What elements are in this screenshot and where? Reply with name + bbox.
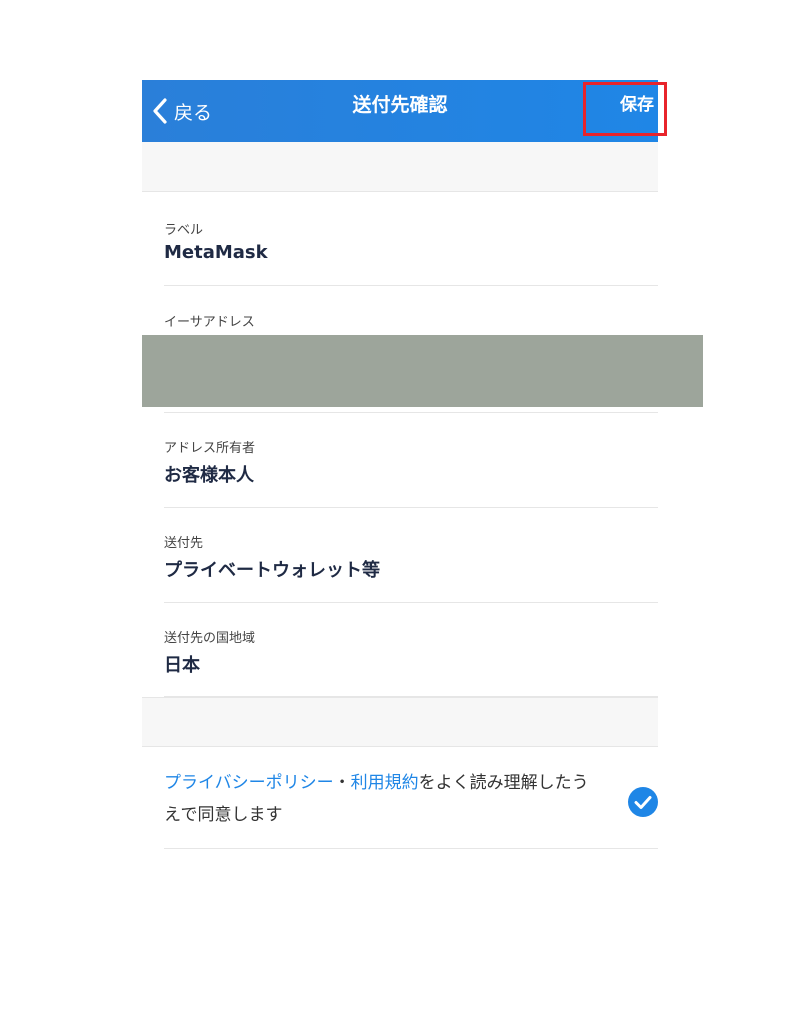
destination-row: 送付先 プライベートウォレット等 [164,508,658,603]
destination-country-row: 送付先の国地域 日本 [164,603,658,697]
chevron-left-icon [153,98,167,124]
field-value: お客様本人 [164,465,254,486]
navbar: 戻る 送付先確認 保存 [142,80,658,142]
consent-row: プライバシーポリシー・利用規約をよく読み理解したうえで同意します [164,747,658,849]
checkmark-circle-icon[interactable] [628,787,658,817]
section-spacer [142,142,658,192]
consent-separator: ・ [333,773,351,793]
label-row: ラベル MetaMask [164,192,658,286]
save-button[interactable]: 保存 [620,90,654,120]
field-label: イーサアドレス [164,315,255,330]
address-owner-row: アドレス所有者 お客様本人 [164,413,658,508]
back-button[interactable]: 戻る [152,90,212,132]
terms-link[interactable]: 利用規約 [351,773,419,793]
redacted-address-block [142,335,703,407]
field-label: 送付先 [164,536,204,551]
field-label: ラベル [164,223,204,238]
screen: 戻る 送付先確認 保存 ラベル MetaMask イーサアドレス アドレス所有者… [142,80,658,860]
section-spacer [142,697,658,747]
privacy-policy-link[interactable]: プライバシーポリシー [164,773,334,793]
field-value: プライベートウォレット等 [164,560,380,581]
field-value: MetaMask [164,242,268,263]
page-title: 送付先確認 [352,94,448,116]
field-value: 日本 [164,655,200,676]
consent-text: プライバシーポリシー・利用規約をよく読み理解したうえで同意します [164,767,604,831]
field-label: 送付先の国地域 [164,631,256,646]
back-label: 戻る [174,101,213,124]
field-label: アドレス所有者 [164,441,256,456]
